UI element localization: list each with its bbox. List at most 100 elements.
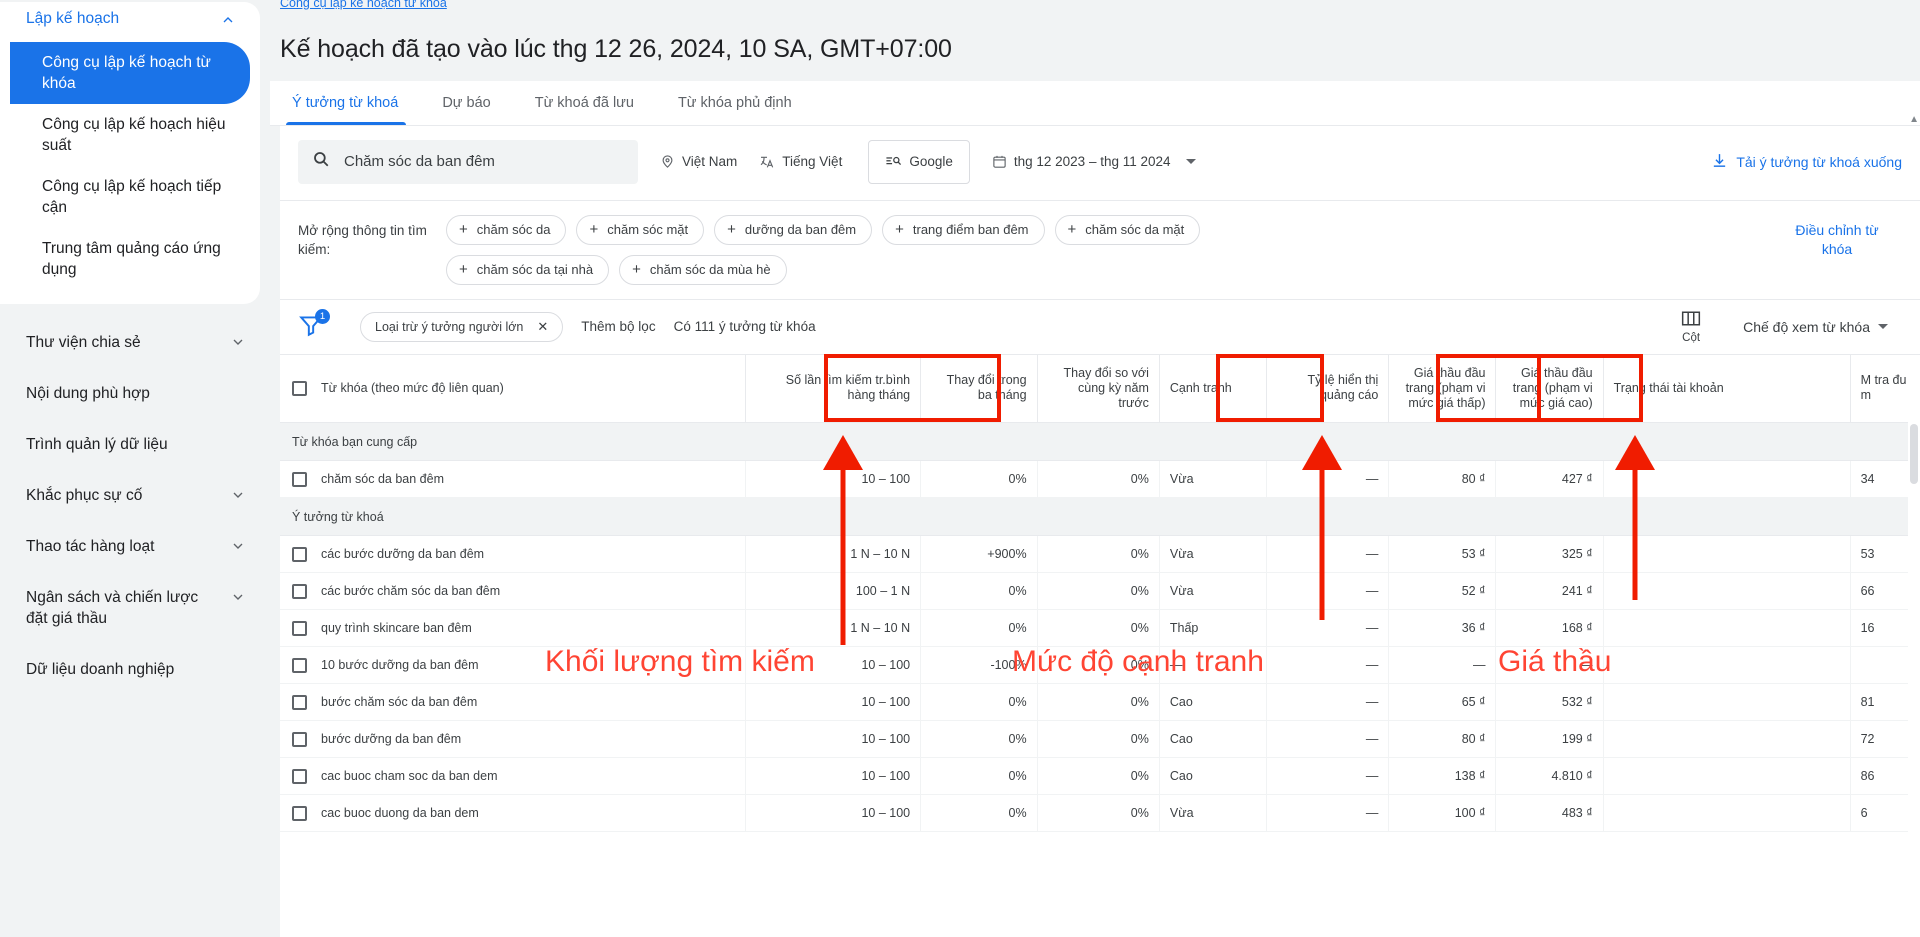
table-row[interactable]: các bước dưỡng da ban đêm 1 N – 10 N +90… (280, 536, 1920, 573)
cell-keyword[interactable]: các bước dưỡng da ban đêm (280, 536, 746, 573)
scroll-up-arrow-icon[interactable]: ▲ (1909, 114, 1919, 125)
table-row[interactable]: các bước chăm sóc da ban đêm 100 – 1 N 0… (280, 573, 1920, 610)
row-checkbox[interactable] (292, 806, 307, 821)
filter-toolbar: 1 Loại trừ ý tưởng người lớn ✕ Thêm bộ l… (280, 300, 1920, 355)
adjust-keywords-link[interactable]: Điều chỉnh từ khóa (1782, 221, 1892, 259)
sidebar-item-data-manager[interactable]: Trình quản lý dữ liệu (0, 434, 270, 455)
search-input[interactable]: Chăm sóc da ban đêm (298, 140, 638, 184)
row-checkbox[interactable] (292, 472, 307, 487)
sidebar-group-planning[interactable]: Lập kế hoạch (0, 8, 260, 30)
tab-forecast[interactable]: Dự báo (420, 95, 512, 125)
expand-chip-label: dưỡng da ban đêm (745, 222, 856, 237)
network-selector[interactable]: Google (868, 140, 970, 184)
cell-bid-high: 4.810 ₫ (1496, 758, 1603, 795)
table-row[interactable]: cac buoc cham soc da ban dem 10 – 100 0%… (280, 758, 1920, 795)
add-filter-button[interactable]: Thêm bộ lọc (581, 319, 655, 334)
sidebar-item-reach-planner[interactable]: Công cụ lập kế hoạch tiếp cận (0, 166, 250, 228)
cell-volume: 1 N – 10 N (746, 536, 921, 573)
active-filter-chip[interactable]: Loại trừ ý tưởng người lớn ✕ (360, 312, 563, 342)
cell-keyword[interactable]: cac buoc duong da ban dem (280, 795, 746, 832)
column-header-account-status[interactable]: Trạng thái tài khoản (1603, 355, 1850, 423)
column-header-keyword-label: Từ khóa (theo mức độ liên quan) (321, 381, 504, 396)
filter-funnel-icon[interactable]: 1 (298, 312, 328, 342)
table-row[interactable]: cac buoc duong da ban dem 10 – 100 0% 0%… (280, 795, 1920, 832)
sidebar-item-business-data[interactable]: Dữ liệu doanh nghiệp (0, 659, 270, 680)
expand-chip[interactable]: +chăm sóc da mặt (1055, 215, 1201, 245)
sidebar-item-relevant-content[interactable]: Nội dung phù hợp (0, 383, 270, 404)
sidebar-item-performance-planner[interactable]: Công cụ lập kế hoạch hiệu suất (0, 104, 250, 166)
row-checkbox[interactable] (292, 695, 307, 710)
sidebar-item-bulk-actions[interactable]: Thao tác hàng loạt (0, 536, 270, 557)
cell-keyword[interactable]: chăm sóc da ban đêm (280, 461, 746, 498)
expand-chip-label: chăm sóc mặt (607, 222, 688, 237)
chevron-down-icon[interactable] (230, 334, 246, 350)
table-row[interactable]: quy trình skincare ban đêm 1 N – 10 N 0%… (280, 610, 1920, 647)
expand-chip[interactable]: +chăm sóc mặt (576, 215, 704, 245)
cell-bid-low: 138 ₫ (1389, 758, 1496, 795)
row-checkbox[interactable] (292, 584, 307, 599)
column-header-extra[interactable]: M tra đu m (1850, 355, 1920, 423)
close-x-icon[interactable]: ✕ (537, 319, 548, 335)
chevron-down-icon[interactable] (230, 538, 246, 554)
column-header-yoy-change[interactable]: Thay đổi so với cùng kỳ năm trước (1037, 355, 1159, 423)
sidebar-item-keyword-planner[interactable]: Công cụ lập kế hoạch từ khóa (10, 42, 250, 104)
expand-chip[interactable]: +dưỡng da ban đêm (714, 215, 872, 245)
breadcrumb[interactable]: Công cụ lập kế hoạch từ khoá (280, 0, 447, 10)
cell-change-yoy: 0% (1037, 795, 1159, 832)
column-header-top-bid-high[interactable]: Giá thầu đầu trang (phạm vi mức giá cao) (1496, 355, 1603, 423)
expand-chip[interactable]: +chăm sóc da mùa hè (619, 255, 786, 285)
language-selector[interactable]: Tiếng Việt (759, 154, 842, 170)
table-group-header: Từ khóa bạn cung cấp (280, 423, 1920, 461)
column-header-competition[interactable]: Cạnh tranh (1159, 355, 1266, 423)
row-checkbox[interactable] (292, 658, 307, 673)
date-range-selector[interactable]: thg 12 2023 – thg 11 2024 (992, 154, 1196, 169)
caret-down-icon[interactable] (1186, 159, 1196, 164)
cell-bid-low: 65 ₫ (1389, 684, 1496, 721)
row-checkbox[interactable] (292, 547, 307, 562)
cell-competition: Cao (1159, 684, 1266, 721)
column-header-three-month-change[interactable]: Thay đổi trong ba tháng (921, 355, 1037, 423)
cell-keyword[interactable]: bước dưỡng da ban đêm (280, 721, 746, 758)
chevron-up-icon[interactable] (220, 12, 236, 28)
cell-bid-high: 427 ₫ (1496, 461, 1603, 498)
view-mode-selector[interactable]: Chế độ xem từ khóa (1743, 319, 1888, 335)
column-header-ad-impression-share[interactable]: Tỷ lệ hiển thị quảng cáo (1267, 355, 1389, 423)
select-all-checkbox[interactable] (292, 381, 307, 396)
column-header-top-bid-low[interactable]: Giá thầu đầu trang (phạm vi mức giá thấp… (1389, 355, 1496, 423)
tab-negative-keywords[interactable]: Từ khóa phủ định (656, 95, 814, 125)
chevron-down-icon[interactable] (230, 487, 246, 503)
table-scrollbar[interactable] (1908, 422, 1920, 937)
tab-keyword-ideas[interactable]: Ý tưởng từ khoá (280, 95, 420, 125)
sidebar-item-budgets-bidding[interactable]: Ngân sách và chiến lược đặt giá thầu (0, 587, 270, 629)
cell-keyword[interactable]: các bước chăm sóc da ban đêm (280, 573, 746, 610)
cell-keyword[interactable]: bước chăm sóc da ban đêm (280, 684, 746, 721)
scrollbar-thumb[interactable] (1910, 424, 1918, 484)
cell-bid-low: 80 ₫ (1389, 721, 1496, 758)
caret-down-icon[interactable] (1878, 324, 1888, 329)
columns-button[interactable]: Cột (1681, 310, 1701, 344)
chevron-down-icon[interactable] (230, 589, 246, 605)
column-header-keyword[interactable]: Từ khóa (theo mức độ liên quan) (280, 355, 746, 423)
row-checkbox[interactable] (292, 732, 307, 747)
sidebar-item-shared-library[interactable]: Thư viện chia sẻ (0, 332, 270, 353)
location-selector[interactable]: Việt Nam (660, 154, 737, 169)
row-checkbox[interactable] (292, 769, 307, 784)
column-header-avg-monthly-searches[interactable]: Số lần tìm kiếm tr.bình hàng tháng (746, 355, 921, 423)
sidebar-group-planning-label: Lập kế hoạch (26, 10, 119, 28)
sidebar-item-troubleshooting[interactable]: Khắc phục sự cố (0, 485, 270, 506)
sidebar-item-app-ads-hub[interactable]: Trung tâm quảng cáo ứng dụng (0, 228, 250, 290)
row-checkbox[interactable] (292, 621, 307, 636)
cell-keyword[interactable]: quy trình skincare ban đêm (280, 610, 746, 647)
expand-chip[interactable]: +chăm sóc da tại nhà (446, 255, 609, 285)
cell-keyword[interactable]: cac buoc cham soc da ban dem (280, 758, 746, 795)
expand-chip-label: chăm sóc da tại nhà (477, 262, 593, 277)
tab-saved-keywords[interactable]: Từ khoá đã lưu (513, 95, 656, 125)
download-keyword-ideas-button[interactable]: Tải ý tưởng từ khoá xuống (1711, 152, 1902, 172)
table-row[interactable]: chăm sóc da ban đêm 10 – 100 0% 0% Vừa —… (280, 461, 1920, 498)
expand-chip[interactable]: +trang điểm ban đêm (882, 215, 1044, 245)
table-row[interactable]: bước dưỡng da ban đêm 10 – 100 0% 0% Cao… (280, 721, 1920, 758)
table-row[interactable]: bước chăm sóc da ban đêm 10 – 100 0% 0% … (280, 684, 1920, 721)
expand-chip[interactable]: +chăm sóc da (446, 215, 566, 245)
cell-bid-low: 80 ₫ (1389, 461, 1496, 498)
main-content: Công cụ lập kế hoạch từ khoá Kế hoạch đã… (270, 0, 1920, 937)
